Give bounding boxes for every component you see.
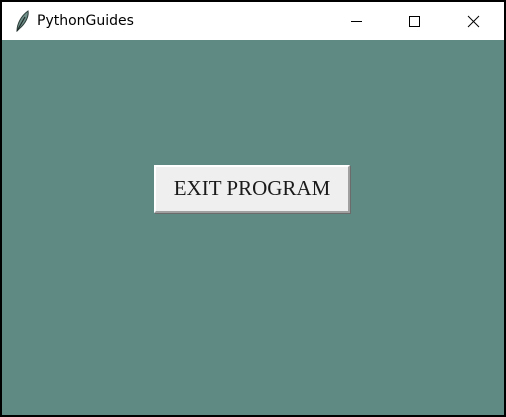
title-bar[interactable]: PythonGuides bbox=[2, 2, 504, 40]
app-window: PythonGuides EXIT PROGRAM bbox=[0, 0, 506, 417]
maximize-icon bbox=[409, 16, 420, 27]
minimize-button[interactable] bbox=[327, 2, 385, 40]
window-content: EXIT PROGRAM bbox=[2, 40, 504, 415]
maximize-button[interactable] bbox=[386, 2, 444, 40]
minimize-icon bbox=[351, 21, 362, 22]
feather-icon bbox=[12, 10, 32, 33]
close-icon bbox=[467, 15, 480, 28]
window-title: PythonGuides bbox=[37, 13, 134, 29]
exit-program-button[interactable]: EXIT PROGRAM bbox=[154, 165, 350, 213]
close-button[interactable] bbox=[445, 2, 503, 40]
